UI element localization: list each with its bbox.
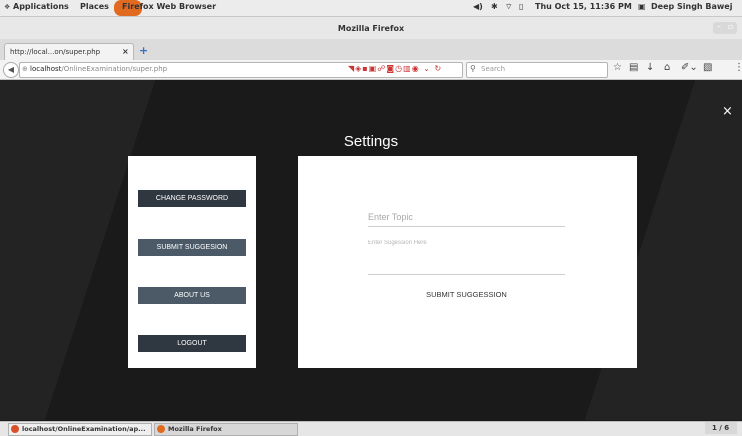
download-icon[interactable]: ↓ [646, 62, 654, 73]
change-password-button[interactable]: CHANGE PASSWORD [138, 190, 246, 207]
about-us-button[interactable]: ABOUT US [138, 287, 246, 304]
url-path: /OnlineExamination/super.php [61, 65, 168, 73]
clock[interactable]: Thu Oct 15, 11:36 PM [535, 2, 632, 11]
url-bar[interactable]: ⊕ localhost/OnlineExamination/super.php … [19, 62, 463, 78]
url-host: localhost [30, 65, 62, 73]
search-bar[interactable]: ⚲ Search [466, 62, 608, 78]
back-button[interactable]: ◀ [3, 62, 19, 78]
taskbar-item-firefox[interactable]: Mozilla Firefox [154, 423, 298, 436]
workspace-indicator: 1 / 6 [712, 424, 730, 432]
logout-button[interactable]: LOGOUT [138, 335, 246, 352]
bluetooth-icon[interactable]: ✱ [491, 2, 498, 11]
volume-icon[interactable]: ◀) [473, 2, 483, 11]
close-icon[interactable]: × [722, 104, 733, 119]
submit-suggestion-button[interactable]: SUBMIT SUGGESION [138, 239, 246, 256]
menu-icon[interactable]: ⋮ [734, 62, 742, 73]
submit-suggestion-link[interactable]: SUBMIT SUGGESSION [368, 290, 565, 299]
applications-icon: ❖ [4, 3, 11, 11]
taskbar-item-localhost[interactable]: localhost/OnlineExamination/ap... [8, 423, 152, 436]
sync-icon[interactable]: ▧ [703, 62, 712, 73]
tab-label: http://local...on/super.php [10, 48, 101, 56]
window-controls[interactable]: – ▫ [713, 22, 737, 34]
suggestion-form: SUBMIT SUGGESSION [298, 156, 637, 368]
new-tab-icon[interactable]: + [139, 44, 148, 57]
top-panel: ❖ Applications Places Firefox Web Browse… [0, 0, 742, 17]
user-menu[interactable]: Deep Singh Bawej [651, 2, 732, 11]
wifi-icon[interactable]: ⌔ [505, 2, 513, 12]
battery-icon[interactable]: ▯ [519, 2, 523, 11]
places-menu[interactable]: Places [80, 2, 109, 11]
home-icon[interactable]: ⌂ [664, 62, 670, 73]
extension-icon[interactable]: ✐⌄ [681, 62, 698, 73]
minimize-icon[interactable]: – [717, 22, 721, 31]
addon-icons[interactable]: ◥◈▪▣☍◙◷▥◉ ⌄ ↻ [348, 64, 442, 73]
url-text: localhost/OnlineExamination/super.php [30, 65, 167, 73]
window-titlebar: Mozilla Firefox [0, 17, 742, 39]
active-app-menu[interactable]: Firefox Web Browser [122, 2, 216, 11]
firefox-icon [157, 425, 165, 433]
user-chat-icon: ▣ [638, 2, 646, 11]
bookmark-star-icon[interactable]: ☆ [613, 62, 622, 73]
search-icon: ⚲ [470, 64, 476, 73]
tab-close-icon[interactable]: × [122, 47, 129, 56]
search-placeholder: Search [481, 65, 506, 73]
globe-icon: ⊕ [22, 65, 28, 73]
reading-list-icon[interactable]: ▤ [629, 62, 638, 73]
chrome-icon [11, 425, 19, 433]
page-title: Settings [343, 133, 399, 150]
applications-menu[interactable]: Applications [13, 2, 69, 11]
window-title: Mozilla Firefox [337, 24, 405, 33]
tab-super-php[interactable]: http://local...on/super.php × [4, 43, 134, 61]
settings-sidebar: CHANGE PASSWORD SUBMIT SUGGESION ABOUT U… [128, 156, 256, 368]
maximize-icon[interactable]: ▫ [728, 22, 733, 31]
topic-input[interactable] [368, 208, 565, 227]
suggestion-input[interactable] [368, 240, 565, 275]
